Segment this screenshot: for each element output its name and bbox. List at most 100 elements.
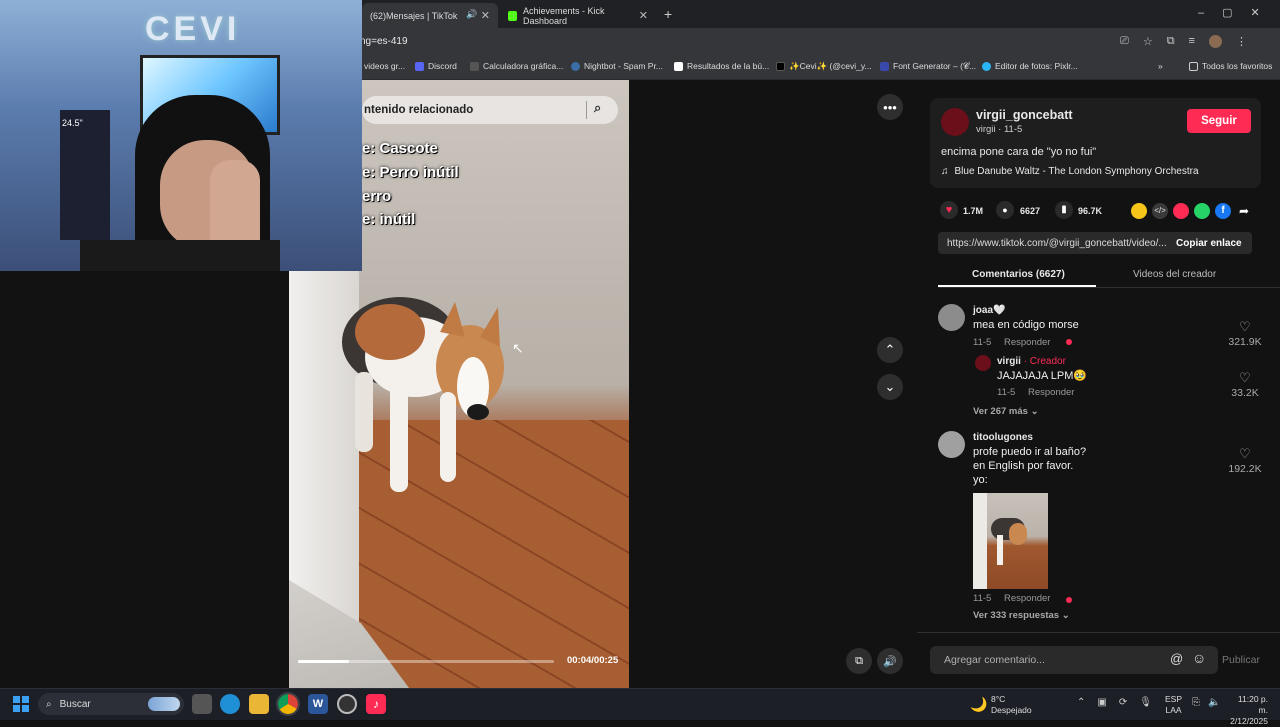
language-indicator[interactable]: ESP LAA [1165,694,1182,716]
view-more-replies[interactable]: Ver 333 respuestas ⌄ [973,610,1070,621]
comment-input[interactable]: Agregar comentario... @ ☺ [930,646,1218,674]
tab-kick[interactable]: Achievements - Kick Dashboard ✕ [500,3,656,28]
dog-figure [342,297,504,492]
tray-app-icon[interactable]: ▣ [1097,697,1106,708]
send-icon[interactable] [1173,203,1189,219]
all-bookmarks[interactable]: Todos los favoritos [1189,61,1272,71]
comment-count: 6627 [1020,206,1041,216]
view-more-replies[interactable]: Ver 267 más ⌄ [973,406,1039,417]
overlay-text-2: e: Perro inútil [362,164,459,181]
embed-icon[interactable]: </> [1152,203,1168,219]
quick-settings[interactable]: ⎘ 🔈 [1192,697,1220,708]
comment-likes: 192.2K [1228,463,1262,475]
speaker-icon[interactable]: 🔊 [466,9,477,20]
microphone-icon[interactable]: 🎙 [1139,697,1152,708]
more-options-button[interactable]: ••• [877,94,903,120]
overlay-text-1: e: Cascote [362,140,438,157]
reply-avatar[interactable] [975,355,991,371]
author-username[interactable]: virgii_goncebatt [976,108,1073,122]
mention-icon[interactable]: @ [1170,651,1183,666]
heart-outline-icon[interactable]: ♡ [1239,319,1251,335]
share-link-text[interactable]: https://www.tiktok.com/@virgii_goncebatt… [938,238,1168,249]
tab-tiktok[interactable]: (62)Mensajes | TikTok 🔊 ✕ [362,3,498,28]
tiktok-app-icon[interactable]: ♪ [366,694,386,714]
publish-button[interactable]: Publicar [1222,654,1260,666]
tray-sync-icon[interactable]: ⟳ [1119,697,1127,708]
author-subline: virgii · 11-5 [976,124,1023,135]
weather-text: Despejado [991,705,1032,715]
reply-date: 11-5 [997,387,1016,398]
bookmark-item[interactable]: Nightbot - Spam Pr... [571,61,663,71]
comment-author[interactable]: joaa🤍 [973,305,1005,316]
bookmark-item[interactable]: Discord [415,61,457,71]
share-arrow-icon[interactable]: ➦ [1236,203,1252,219]
new-tab-button[interactable]: + [664,6,672,22]
task-view-icon[interactable] [192,694,212,714]
facebook-icon[interactable]: f [1215,203,1231,219]
file-explorer-icon[interactable] [249,694,269,714]
profile-avatar[interactable] [1208,35,1222,48]
star-icon[interactable]: ☆ [1143,35,1153,48]
volume-icon: 🔊 [883,655,897,668]
pip-button[interactable]: ⧉ [846,648,872,674]
chrome-icon[interactable] [276,692,300,716]
windows-start-icon[interactable] [13,696,29,712]
window-controls[interactable]: –▢✕ [1198,6,1278,19]
weather-temp: 8°C [991,694,1006,704]
obs-icon[interactable] [337,694,357,714]
close-tab-icon[interactable]: ✕ [481,9,490,22]
media-icon[interactable]: ≡ [1189,35,1195,48]
author-avatar[interactable] [941,108,969,136]
extensions-icon[interactable]: ⧉ [1167,35,1175,48]
bookmarks-more[interactable]: » [1158,61,1163,71]
search-icon[interactable]: ⌕ [594,100,601,116]
tray-expand-icon[interactable]: ⌃ [1077,697,1085,708]
search-divider [586,101,587,119]
post-caption: encima pone cara de "yo no fui" [941,146,1097,158]
heart-outline-icon[interactable]: ♡ [1239,446,1251,462]
clock-time: 11:20 p. m. [1237,694,1268,715]
next-video-button[interactable]: ⌄ [877,374,903,400]
comment-icon[interactable]: ● [996,201,1014,219]
bookmark-item[interactable]: Editor de fotos: Pixlr... [982,61,1078,71]
weather-widget[interactable]: 8°C Despejado [991,694,1032,716]
word-icon[interactable]: W [308,694,328,714]
heart-outline-icon[interactable]: ♡ [1239,370,1251,386]
toolbar-icons: ⎚ ☆ ⧉ ≡ ⋮ [1120,35,1247,48]
emoji-icon[interactable]: ☺ [1192,650,1206,666]
bookmark-item[interactable]: ✨Cevi✨ (@cevi_y... [776,61,872,72]
comment-author[interactable]: titoolugones [973,432,1033,443]
taskbar-clock[interactable]: 11:20 p. m. 2/12/2025 [1228,694,1268,727]
bookmark-item[interactable]: Resultados de la bú... [674,61,769,71]
bookmark-icon[interactable]: ▮ [1055,201,1073,219]
commenter-avatar[interactable] [938,431,965,458]
follow-button[interactable]: Seguir [1187,109,1251,133]
bookmark-item[interactable]: Calculadora gráfica... [470,61,563,71]
bookmark-item[interactable]: Font Generator – (𝓒... [880,61,976,72]
like-icon[interactable]: ♥ [940,201,958,219]
cast-icon[interactable]: ⎚ [1120,35,1129,48]
mouse-cursor: ↖ [512,340,524,356]
tab-creator-videos[interactable]: Videos del creador [1133,269,1216,280]
comment-image[interactable] [973,493,1048,589]
copy-link-button[interactable]: Copiar enlace [1176,238,1242,249]
tab-comments[interactable]: Comentarios (6627) [972,269,1065,280]
previous-video-button[interactable]: ⌃ [877,337,903,363]
url-field[interactable]: ng=es-419 [360,36,408,47]
search-highlight-icon [148,697,180,711]
bookmark-item[interactable]: videos gr... [364,61,405,71]
repost-icon[interactable] [1131,203,1147,219]
reply-author[interactable]: virgii · Creador [997,356,1066,367]
reply-button[interactable]: Responder [1004,593,1050,604]
video-search-box[interactable]: ntenido relacionado ⌕ [362,96,618,124]
volume-button[interactable]: 🔊 [877,648,903,674]
close-tab-icon[interactable]: ✕ [639,9,648,22]
menu-icon[interactable]: ⋮ [1236,35,1247,48]
reply-button[interactable]: Responder [1028,387,1074,398]
post-music[interactable]: ♫ Blue Danube Waltz - The London Symphon… [941,166,1199,177]
taskbar-search[interactable]: ⌕ Buscar [38,693,184,715]
reply-button[interactable]: Responder [1004,337,1050,348]
edge-icon[interactable] [220,694,240,714]
commenter-avatar[interactable] [938,304,965,331]
whatsapp-icon[interactable] [1194,203,1210,219]
